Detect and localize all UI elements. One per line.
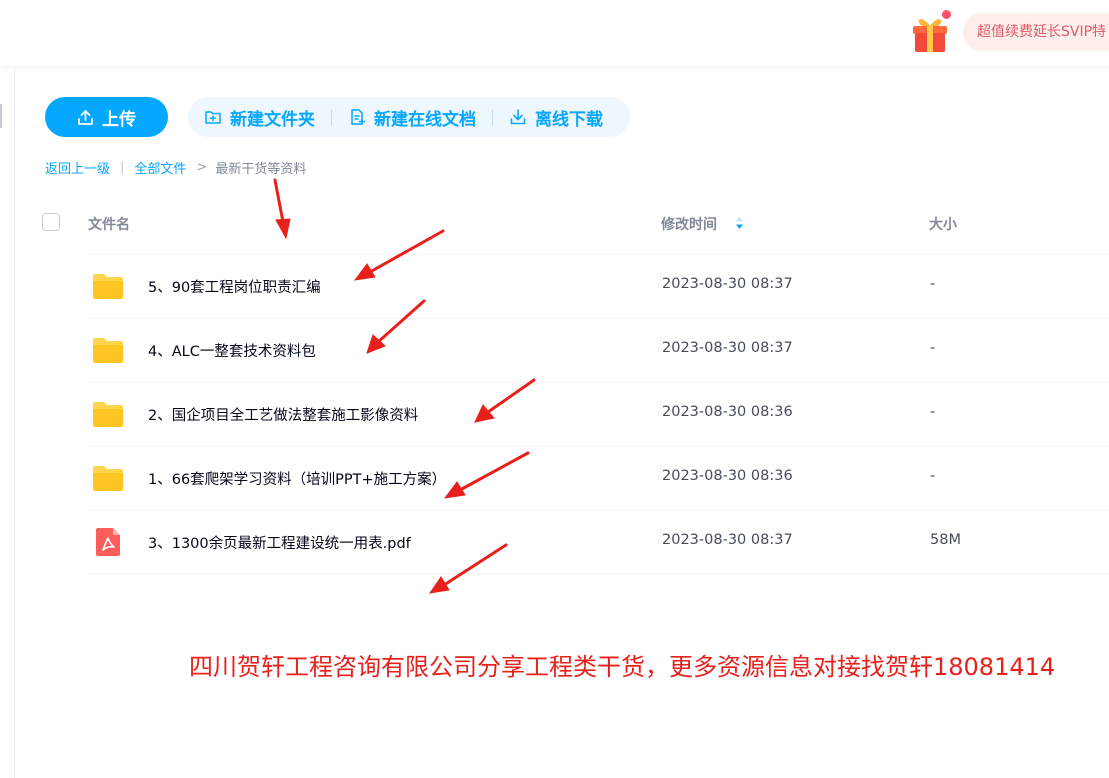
pdf-icon [96, 528, 120, 556]
upload-label: 上传 [102, 109, 136, 130]
file-name[interactable]: 1、66套爬架学习资料（培训PPT+施工方案） [148, 468, 446, 489]
table-row[interactable]: 3、1300余页最新工程建设统一用表.pdf 2023-08-30 08:37 … [88, 510, 1109, 574]
current-folder: 最新干货等资料 [215, 162, 307, 177]
file-size: - [930, 404, 936, 420]
file-modified: 2023-08-30 08:36 [662, 404, 793, 420]
separator [492, 109, 493, 125]
chevron-right-icon: > [196, 160, 208, 175]
table-bottom-border [88, 573, 1109, 574]
file-size: 58M [930, 532, 961, 548]
new-online-doc-button[interactable]: 新建在线文档 [348, 105, 476, 130]
table-row[interactable]: 5、90套工程岗位职责汇编 2023-08-30 08:37 - [88, 254, 1109, 318]
back-link[interactable]: 返回上一级 [45, 158, 110, 177]
file-size: - [930, 276, 936, 292]
action-group: 新建文件夹 新建在线文档 离线下载 [188, 97, 630, 137]
sort-icon[interactable] [735, 216, 744, 230]
file-name[interactable]: 5、90套工程岗位职责汇编 [148, 276, 321, 297]
notification-dot [942, 10, 951, 19]
sidebar-indicator [0, 104, 2, 128]
table-row[interactable]: 4、ALC一整套技术资料包 2023-08-30 08:37 - [88, 318, 1109, 382]
file-size: - [930, 340, 936, 356]
new-folder-button[interactable]: 新建文件夹 [204, 105, 315, 130]
file-modified: 2023-08-30 08:37 [662, 340, 793, 356]
download-icon [510, 109, 526, 125]
file-name[interactable]: 2、国企项目全工艺做法整套施工影像资料 [148, 404, 418, 425]
file-modified: 2023-08-30 08:36 [662, 468, 793, 484]
document-plus-icon [351, 109, 366, 125]
column-header-modified[interactable]: 修改时间 [661, 214, 717, 234]
column-header-size[interactable]: 大小 [929, 214, 957, 234]
table-row[interactable]: 2、国企项目全工艺做法整套施工影像资料 2023-08-30 08:36 - [88, 382, 1109, 446]
all-files-link[interactable]: 全部文件 [134, 158, 186, 177]
promo-banner-text: 四川贺轩工程咨询有限公司分享工程类干货，更多资源信息对接找贺轩18081414 [189, 653, 1056, 681]
new-online-doc-label: 新建在线文档 [374, 109, 476, 130]
column-header-name[interactable]: 文件名 [88, 214, 130, 234]
file-name[interactable]: 4、ALC一整套技术资料包 [148, 340, 316, 361]
folder-icon [93, 338, 123, 363]
select-all-checkbox[interactable] [42, 213, 60, 231]
svip-renew-button[interactable]: 超值续费延长SVIP特 [963, 13, 1109, 51]
breadcrumb: 返回上一级 | 全部文件 > 最新干货等资料 [45, 158, 306, 177]
file-size: - [930, 468, 936, 484]
file-name[interactable]: 3、1300余页最新工程建设统一用表.pdf [148, 532, 411, 553]
file-modified: 2023-08-30 08:37 [662, 276, 793, 292]
folder-icon [93, 466, 123, 491]
file-modified: 2023-08-30 08:37 [662, 532, 793, 548]
offline-download-button[interactable]: 离线下载 [509, 105, 603, 130]
sidebar-divider [14, 66, 15, 778]
folder-plus-icon [205, 111, 221, 124]
separator [331, 109, 332, 125]
offline-download-label: 离线下载 [535, 109, 603, 130]
breadcrumb-divider: | [120, 160, 125, 175]
upload-icon [78, 109, 93, 125]
table-header: 文件名 修改时间 大小 [42, 204, 1109, 242]
table-row[interactable]: 1、66套爬架学习资料（培训PPT+施工方案） 2023-08-30 08:36… [88, 446, 1109, 510]
new-folder-label: 新建文件夹 [230, 109, 315, 130]
folder-icon [93, 402, 123, 427]
upload-button[interactable]: 上传 [45, 97, 168, 137]
folder-icon [93, 274, 123, 299]
top-bar: 超值续费延长SVIP特 [0, 0, 1109, 66]
